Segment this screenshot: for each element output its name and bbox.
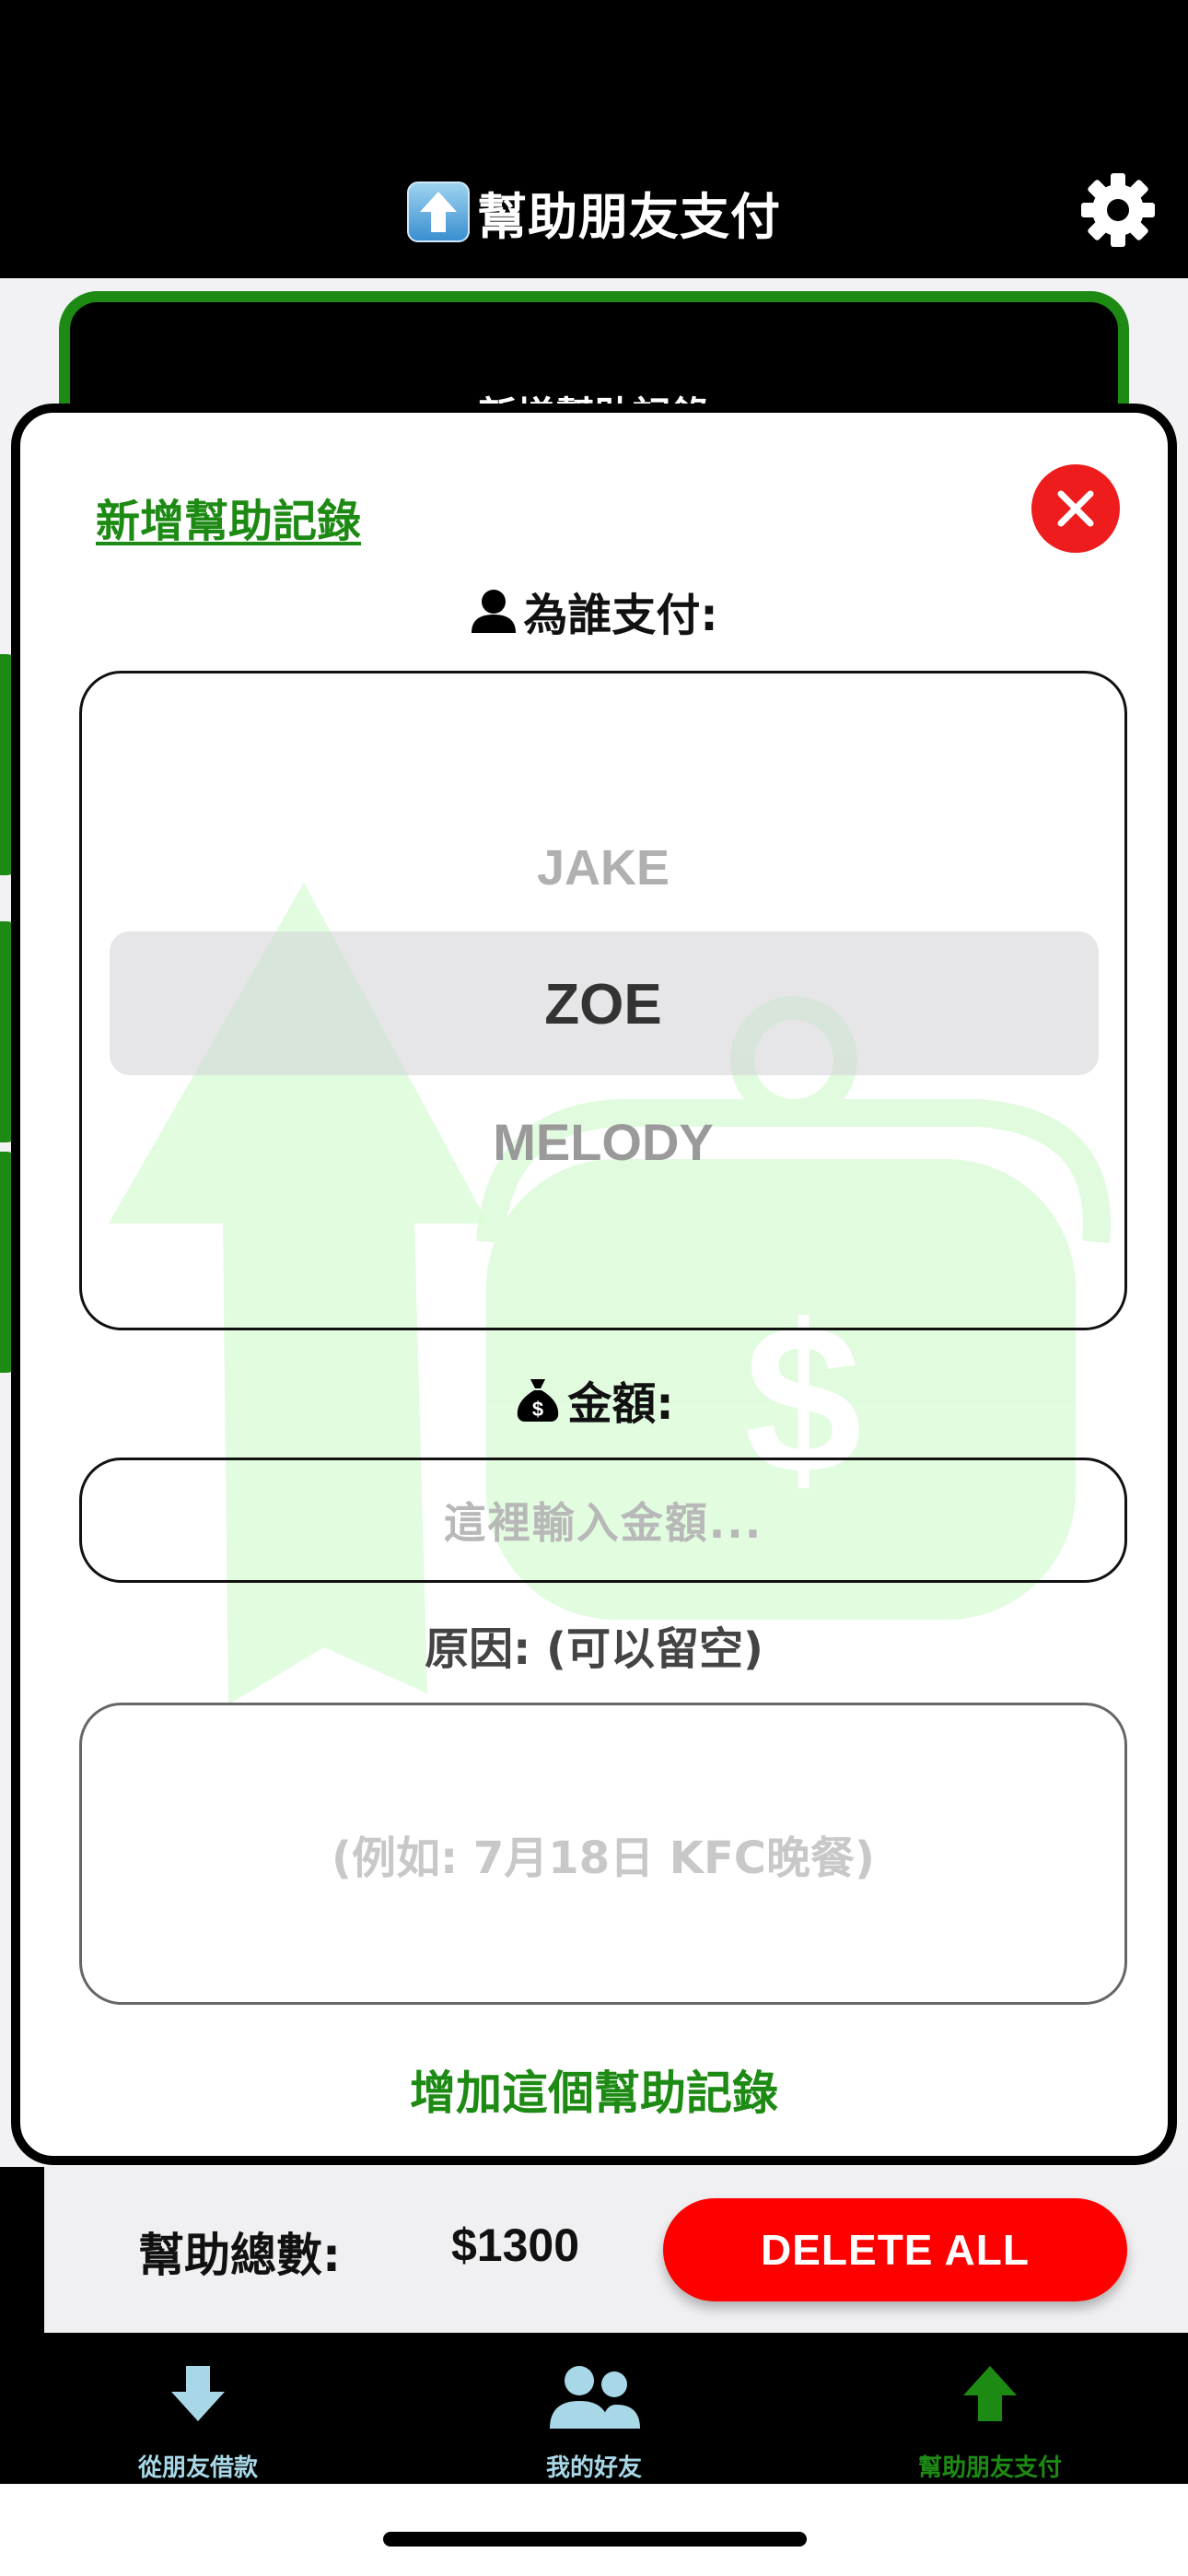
close-icon — [1057, 490, 1094, 527]
tab-my-friends[interactable]: 我的好友 — [396, 2333, 792, 2484]
add-record-button[interactable]: 增加這個幫助記錄 — [20, 2056, 1168, 2123]
tab-label: 幫助朋友支付 — [917, 2454, 1062, 2482]
money-bag-icon: $ — [518, 1379, 559, 1422]
home-indicator-area — [0, 2484, 1188, 2576]
tab-label: 我的好友 — [545, 2454, 642, 2482]
home-indicator[interactable] — [383, 2532, 807, 2547]
tab-help-friends-pay[interactable]: 幫助朋友支付 — [792, 2333, 1188, 2484]
page-title: 幫助朋友支付 — [477, 187, 781, 246]
up-arrow-emoji-icon — [407, 181, 470, 242]
person-icon — [472, 590, 517, 633]
delete-all-button[interactable]: DELETE ALL — [663, 2198, 1127, 2301]
friends-icon — [550, 2366, 640, 2429]
tab-borrow-from-friends[interactable]: 從朋友借款 — [0, 2333, 396, 2484]
picker-option[interactable]: MELODY — [82, 1112, 1124, 1172]
total-value: $1300 — [451, 2219, 580, 2271]
summary-left-strip — [0, 2167, 44, 2333]
page-title-group: 幫助朋友支付 — [0, 175, 1188, 249]
picker-option[interactable]: JAKE — [82, 839, 1124, 896]
amount-label: 金額: — [567, 1378, 674, 1430]
modal-title[interactable]: 新增幫助記錄 — [96, 485, 361, 549]
gear-icon[interactable] — [1079, 171, 1157, 249]
amount-input[interactable]: 這裡輸入金額... — [79, 1458, 1127, 1583]
svg-text:$: $ — [532, 1398, 543, 1421]
friend-picker[interactable]: JAKE ZOE MELODY — [79, 671, 1127, 1330]
picker-option-selected[interactable]: ZOE — [82, 972, 1124, 1037]
reason-label: 原因: (可以留空) — [425, 1623, 763, 1675]
amount-label-row: $ 金額: — [20, 1367, 1168, 1432]
summary-bar: 幫助總數: $1300 DELETE ALL — [0, 2167, 1188, 2333]
up-arrow-icon — [963, 2366, 1017, 2421]
top-bar: 幫助朋友支付 — [0, 0, 1188, 278]
close-button[interactable] — [1031, 464, 1120, 553]
for-whom-label: 為誰支付: — [523, 590, 718, 641]
reason-input[interactable]: (例如: 7月18日 KFC晚餐) — [79, 1703, 1127, 2005]
total-label: 幫助總數: — [138, 2229, 341, 2282]
add-record-modal: $ 新增幫助記錄 為誰支付: JAKE ZOE MELODY $ 金額: 這裡輸… — [11, 404, 1177, 2165]
for-whom-label-row: 為誰支付: — [20, 579, 1168, 643]
tab-label: 從朋友借款 — [137, 2454, 258, 2482]
tab-bar: 從朋友借款 我的好友 幫助朋友支付 — [0, 2333, 1188, 2484]
down-arrow-icon — [171, 2366, 225, 2421]
